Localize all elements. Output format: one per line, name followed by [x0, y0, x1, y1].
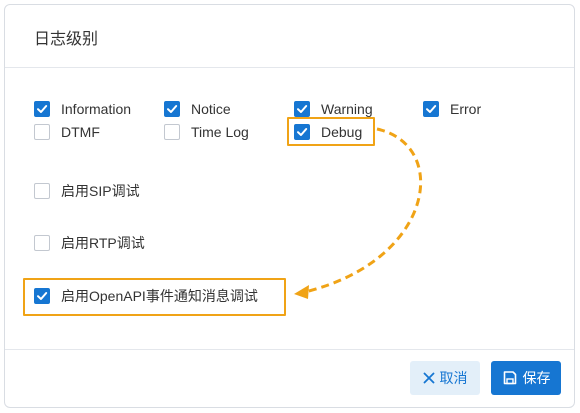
checkbox-time-log[interactable]: Time Log — [164, 121, 249, 143]
checkbox-dtmf[interactable]: DTMF — [34, 121, 100, 143]
debug-highlight-box — [287, 117, 375, 146]
checkbox-label: Notice — [191, 101, 231, 117]
dialog-title: 日志级别 — [34, 31, 99, 48]
checkbox-error[interactable]: Error — [423, 98, 481, 120]
checkmark-icon — [37, 105, 48, 113]
checkbox-box[interactable] — [34, 124, 50, 140]
arrow-head-icon — [294, 285, 309, 299]
checkbox-enable-sip-debug[interactable]: 启用SIP调试 — [34, 180, 140, 202]
checkmark-icon — [167, 105, 178, 113]
save-label: 保存 — [522, 370, 551, 386]
checkbox-box[interactable] — [164, 124, 180, 140]
checkbox-label: 启用SIP调试 — [61, 183, 140, 199]
checkmark-icon — [426, 105, 437, 113]
checkbox-information[interactable]: Information — [34, 98, 131, 120]
dialog-footer — [5, 349, 574, 407]
openapi-highlight-box — [23, 278, 286, 316]
checkbox-box[interactable] — [423, 101, 439, 117]
checkbox-label: Warning — [321, 101, 373, 117]
log-level-dialog: 日志级别 Information Notice Warning Error DT… — [4, 4, 575, 408]
save-icon — [502, 370, 518, 386]
checkmark-icon — [297, 105, 308, 113]
dashed-arrow-path — [304, 127, 423, 294]
checkbox-label: Information — [61, 101, 132, 117]
checkbox-box[interactable] — [34, 101, 50, 117]
checkbox-box[interactable] — [34, 183, 50, 199]
dialog-header: 日志级别 — [5, 5, 574, 68]
save-button[interactable]: 保存 — [491, 361, 561, 395]
checkbox-label: DTMF — [61, 124, 100, 140]
checkbox-enable-rtp-debug[interactable]: 启用RTP调试 — [34, 232, 145, 254]
checkbox-label: Time Log — [191, 124, 249, 140]
close-icon — [423, 372, 435, 384]
checkbox-label: Error — [450, 101, 482, 117]
checkbox-box[interactable] — [34, 235, 50, 251]
checkbox-box[interactable] — [164, 101, 180, 117]
cancel-button[interactable]: 取消 — [410, 361, 480, 395]
checkbox-label: 启用RTP调试 — [61, 235, 145, 251]
checkbox-box[interactable] — [294, 101, 310, 117]
checkbox-notice[interactable]: Notice — [164, 98, 231, 120]
cancel-label: 取消 — [439, 370, 468, 386]
